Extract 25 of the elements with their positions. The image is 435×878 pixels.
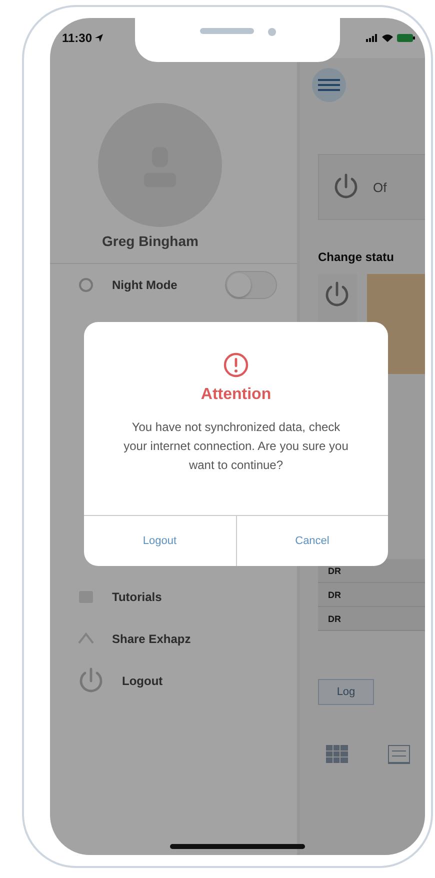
speaker-icon — [200, 28, 254, 34]
alert-icon — [223, 352, 249, 378]
status-time: 11:30 — [62, 31, 92, 45]
wifi-icon — [382, 34, 393, 42]
dialog-message: You have not synchronized data, check your internet connection. Are you sure you want to continue? — [122, 419, 350, 474]
dialog-button[interactable]: Logout — [84, 516, 236, 566]
battery-icon — [397, 34, 415, 42]
toggle-switch[interactable] — [225, 271, 277, 299]
camera-icon — [268, 28, 276, 36]
dialog-button[interactable]: Cancel — [236, 516, 388, 566]
menu-item[interactable]: Logout — [50, 660, 297, 702]
location-icon — [95, 34, 104, 42]
menu-item[interactable]: Tutorials — [50, 576, 297, 618]
dialog-title: Attention — [200, 386, 272, 404]
menu-item[interactable]: Share Exhapz — [50, 618, 297, 660]
table-cell: DR — [318, 583, 425, 607]
user-name: Greg Bingham — [102, 233, 198, 249]
signal-icon — [366, 34, 378, 42]
menu-label: Night Mode — [112, 278, 178, 292]
menu-button[interactable] — [312, 68, 346, 102]
menu-icon — [318, 79, 340, 91]
table-cell: DR — [318, 607, 425, 631]
log-button[interactable]: Log — [318, 679, 374, 705]
status-label: Of — [373, 180, 387, 194]
section-title: Change statu — [318, 250, 396, 264]
